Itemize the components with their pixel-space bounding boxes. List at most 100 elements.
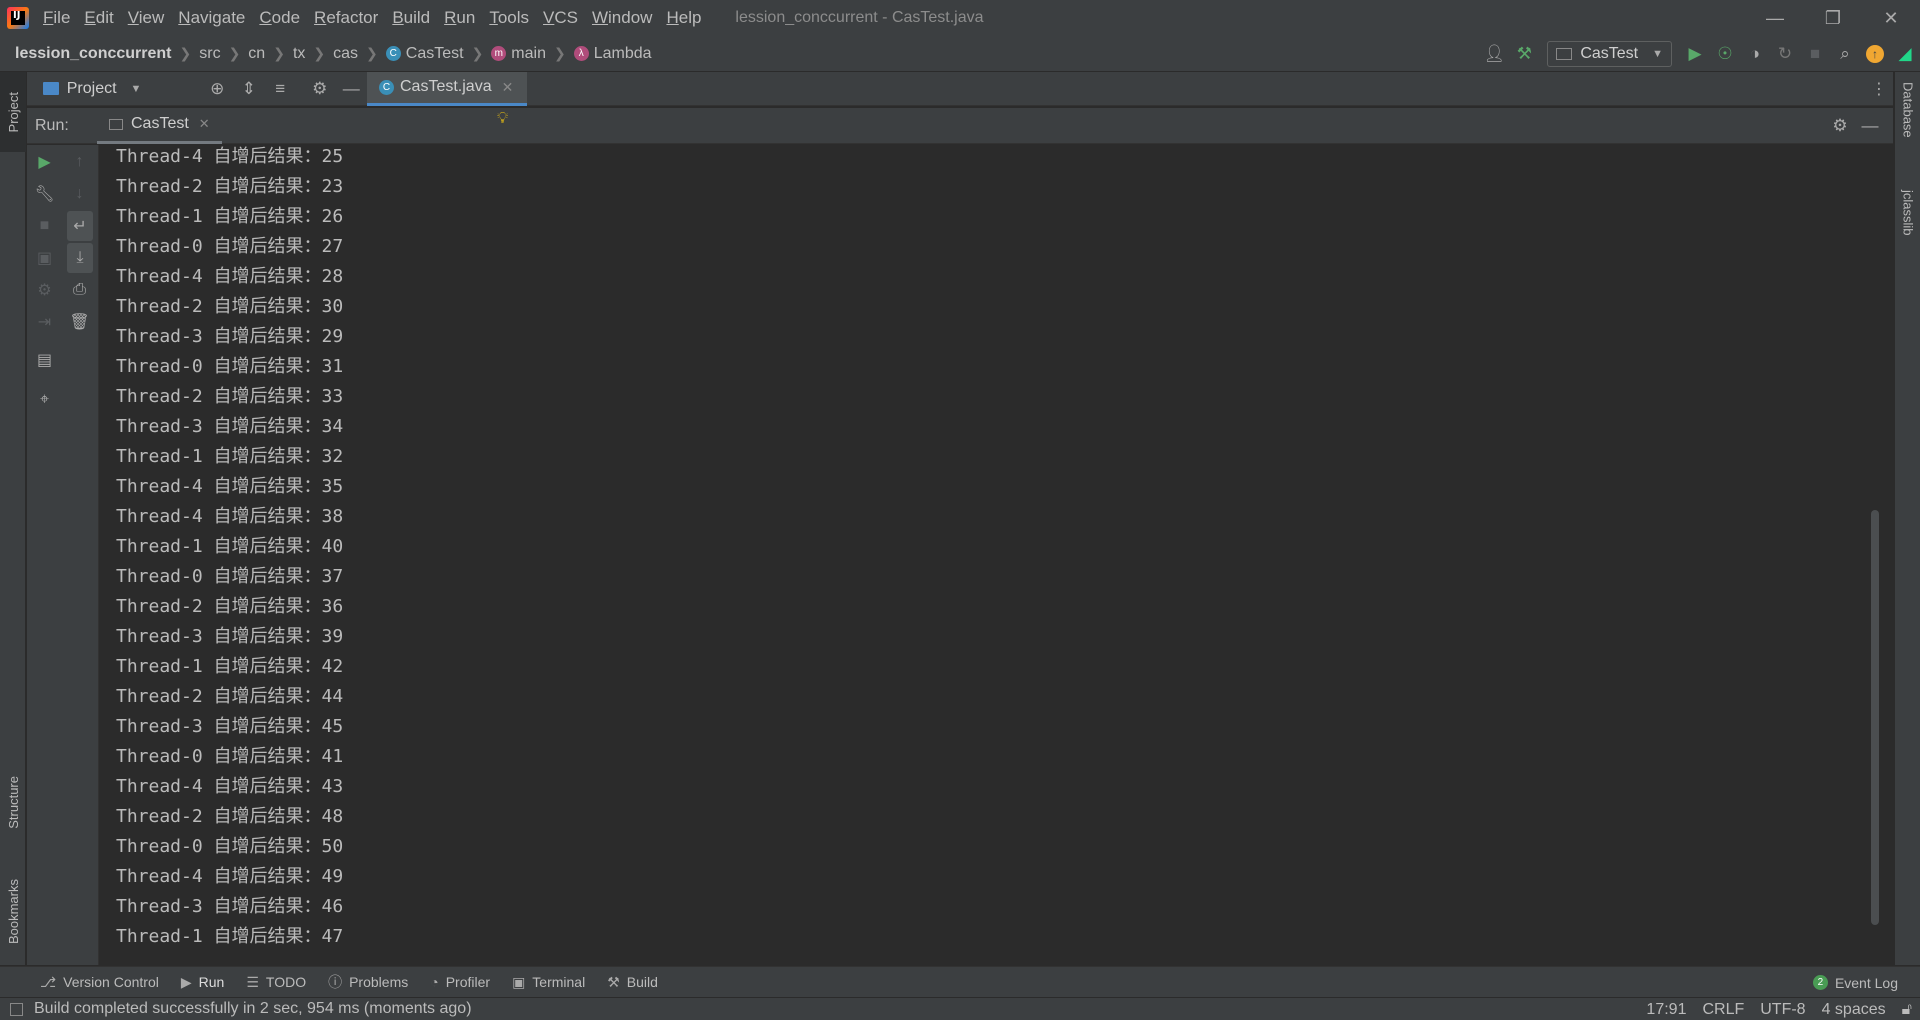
breadcrumb-src[interactable]: src bbox=[199, 45, 220, 63]
tab-event-log-label: Event Log bbox=[1834, 974, 1898, 991]
menu-help[interactable]: Help bbox=[666, 8, 701, 28]
print-icon[interactable]: ⎙ bbox=[62, 275, 97, 305]
file-encoding[interactable]: UTF-8 bbox=[1760, 1001, 1805, 1019]
tab-terminal-label: Terminal bbox=[532, 974, 586, 990]
run-icon[interactable]: ▶ bbox=[1680, 39, 1710, 69]
menu-navigate[interactable]: Navigate bbox=[178, 8, 245, 28]
build-hammer-icon[interactable]: ⚒ bbox=[1509, 39, 1539, 69]
breadcrumb-method[interactable]: m main bbox=[491, 45, 546, 63]
breadcrumb-lambda[interactable]: λ Lambda bbox=[573, 45, 652, 63]
menu-tools[interactable]: Tools bbox=[489, 8, 529, 28]
jetbrains-toolbox-icon[interactable]: ◢ bbox=[1890, 39, 1920, 69]
menu-file[interactable]: File bbox=[43, 8, 70, 28]
project-panel-title[interactable]: Project ▼ ⊕ ⇕ ≡ ⚙ — bbox=[27, 79, 367, 99]
collapse-all-icon[interactable]: ≡ bbox=[264, 79, 296, 99]
gear-icon[interactable]: ⚙ bbox=[1825, 111, 1855, 141]
side-tab-bookmarks[interactable]: Bookmarks bbox=[0, 862, 26, 962]
version-control-icon: ⎇ bbox=[40, 973, 57, 990]
console-line: Thread-4 自增后结果：28 bbox=[116, 266, 344, 287]
status-message[interactable]: Build completed successfully in 2 sec, 9… bbox=[34, 1000, 472, 1018]
close-icon[interactable]: ✕ bbox=[502, 79, 514, 96]
menu-run[interactable]: Run bbox=[444, 8, 475, 28]
update-icon[interactable]: ↑ bbox=[1860, 39, 1890, 69]
gear-icon[interactable]: ⚙ bbox=[304, 79, 336, 99]
tab-castest-java[interactable]: C CasTest.java ✕ bbox=[367, 71, 528, 106]
intellij-logo-icon[interactable]: IJ bbox=[7, 7, 29, 29]
search-icon[interactable]: ⌕ bbox=[1830, 39, 1860, 69]
close-icon[interactable]: ✕ bbox=[199, 116, 210, 132]
tab-profiler[interactable]: ◔ Profiler bbox=[430, 967, 490, 998]
tab-run[interactable]: ▶ Run bbox=[181, 967, 224, 998]
method-icon: m bbox=[491, 46, 507, 61]
close-window-icon[interactable]: ✕ bbox=[1862, 0, 1920, 36]
status-bar-widgets: 17:91 CRLF UTF-8 4 spaces 🔓︎ bbox=[1646, 998, 1920, 1020]
side-tab-jclasslib-label: jclasslib bbox=[1900, 190, 1916, 236]
layout-icon[interactable]: ▤ bbox=[27, 345, 62, 375]
line-separator[interactable]: CRLF bbox=[1702, 1001, 1744, 1019]
expand-all-icon[interactable]: ⇕ bbox=[233, 79, 265, 99]
hide-icon[interactable]: — bbox=[1855, 111, 1885, 141]
chevron-right-icon: ❯ bbox=[228, 45, 241, 61]
locate-icon[interactable]: ⊕ bbox=[201, 79, 233, 99]
hide-icon[interactable]: — bbox=[336, 79, 368, 99]
trash-icon[interactable]: 🗑︎ bbox=[62, 307, 97, 337]
status-toggle-icon[interactable] bbox=[10, 1002, 23, 1016]
tab-todo-label: TODO bbox=[265, 974, 307, 990]
chevron-right-icon: ❯ bbox=[366, 45, 378, 61]
caret-position[interactable]: 17:91 bbox=[1646, 1001, 1686, 1019]
run-window-header: Run: CasTest ✕ 💡︎ ⚙ — bbox=[27, 108, 1893, 144]
minimize-icon[interactable]: — bbox=[1746, 0, 1804, 36]
lightbulb-icon[interactable]: 💡︎ bbox=[497, 110, 508, 128]
run-tab-castest[interactable]: CasTest ✕ bbox=[97, 108, 222, 144]
soft-wrap-icon[interactable]: ↵ bbox=[67, 211, 93, 241]
breadcrumb-cas[interactable]: cas bbox=[333, 45, 358, 63]
console-line: Thread-3 自增后结果：46 bbox=[116, 896, 344, 917]
menu-code[interactable]: Code bbox=[259, 8, 300, 28]
side-tab-structure[interactable]: Structure bbox=[0, 752, 26, 852]
breadcrumb-tx[interactable]: tx bbox=[293, 45, 305, 63]
run-configuration-select[interactable]: CasTest ▼ bbox=[1547, 41, 1672, 67]
tab-terminal[interactable]: ▣ Terminal bbox=[512, 967, 585, 998]
user-icon[interactable]: 👤︎ bbox=[1479, 39, 1509, 69]
side-tab-jclasslib[interactable]: jclasslib bbox=[1895, 190, 1920, 236]
indent-setting[interactable]: 4 spaces bbox=[1822, 1001, 1886, 1019]
restore-icon[interactable]: ❐ bbox=[1804, 0, 1862, 36]
wrench-icon[interactable]: 🔧︎ bbox=[27, 179, 62, 209]
side-tab-bookmarks-label: Bookmarks bbox=[5, 879, 21, 945]
menu-edit[interactable]: Edit bbox=[84, 8, 113, 28]
debug-icon[interactable]: ☉ bbox=[1710, 39, 1740, 69]
lock-icon[interactable]: 🔓︎ bbox=[1902, 1001, 1912, 1019]
tab-problems[interactable]: ⓘ Problems bbox=[328, 967, 408, 998]
tab-version-control[interactable]: ⎇ Version Control bbox=[40, 967, 159, 998]
console-line: Thread-2 自增后结果：30 bbox=[116, 296, 344, 317]
breadcrumb-project[interactable]: lession_conccurrent bbox=[15, 45, 172, 63]
console-output[interactable]: Thread-4 自增后结果：25 Thread-2 自增后结果：23 Thread… bbox=[100, 145, 1881, 965]
lambda-icon: λ bbox=[573, 46, 589, 61]
event-count-badge: 2 bbox=[1812, 975, 1828, 990]
console-line: Thread-0 自增后结果：50 bbox=[116, 836, 344, 857]
tab-build[interactable]: ⚒ Build bbox=[607, 967, 658, 998]
coverage-icon[interactable]: ◑ bbox=[1740, 39, 1770, 69]
class-icon: C bbox=[379, 79, 394, 95]
menu-view[interactable]: View bbox=[128, 8, 165, 28]
side-tab-database[interactable]: Database bbox=[1895, 82, 1920, 138]
profile-icon[interactable]: ↻ bbox=[1770, 39, 1800, 69]
side-tab-project[interactable]: Project bbox=[0, 72, 26, 152]
breadcrumb-class[interactable]: C CasTest bbox=[385, 45, 464, 63]
rerun-icon[interactable]: ▶ bbox=[27, 147, 62, 177]
menu-build[interactable]: Build bbox=[392, 8, 430, 28]
menu-window[interactable]: Window bbox=[592, 8, 652, 28]
tab-todo[interactable]: ☰ TODO bbox=[246, 967, 306, 998]
menu-vcs[interactable]: VCS bbox=[543, 8, 578, 28]
more-options-icon[interactable]: ⋮ bbox=[1871, 72, 1887, 106]
breadcrumb-cn[interactable]: cn bbox=[248, 45, 265, 63]
vertical-scrollbar[interactable] bbox=[1871, 510, 1879, 925]
console-line: Thread-4 自增后结果：25 bbox=[116, 146, 344, 167]
tab-event-log[interactable]: 2 Event Log bbox=[1812, 967, 1898, 998]
pin-icon[interactable]: ⌖ bbox=[27, 385, 62, 415]
scroll-to-end-icon[interactable]: ⤓ bbox=[67, 243, 93, 273]
stop-icon[interactable]: ■ bbox=[1800, 39, 1830, 69]
navigation-bar: lession_conccurrent ❯ src ❯ cn ❯ tx ❯ ca… bbox=[0, 36, 1920, 72]
console-line: Thread-1 自增后结果：26 bbox=[116, 206, 344, 227]
menu-refactor[interactable]: Refactor bbox=[314, 8, 378, 28]
